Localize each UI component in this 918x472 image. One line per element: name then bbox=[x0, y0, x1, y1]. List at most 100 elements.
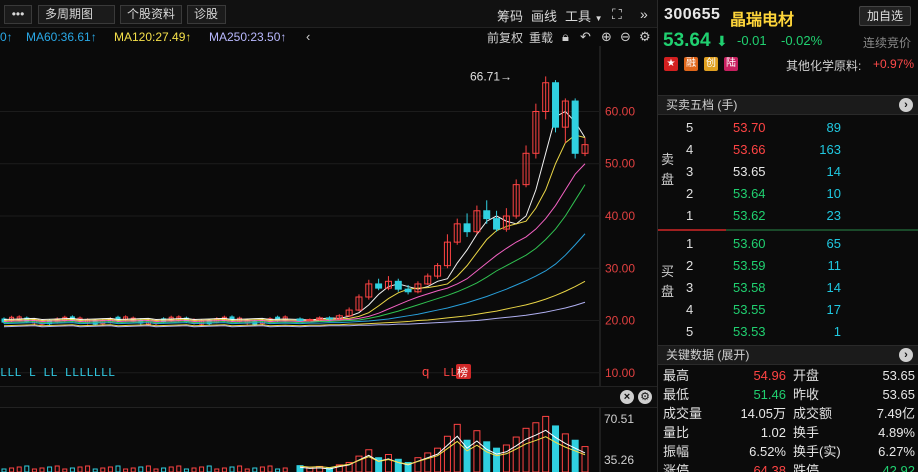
overlay-button[interactable]: 重载 bbox=[529, 29, 553, 46]
buy-order-row[interactable]: 4 53.55 17 bbox=[658, 299, 918, 321]
sell-order-row[interactable]: 5 53.70 89 bbox=[658, 117, 918, 139]
y-tick-label: 60.00 bbox=[605, 104, 635, 118]
volume-bar bbox=[259, 466, 265, 472]
fullscreen-icon[interactable]: ⛶ bbox=[612, 6, 622, 23]
level: 5 bbox=[686, 120, 694, 135]
sell-order-row[interactable]: 1 53.62 23 bbox=[658, 205, 918, 227]
zoom-in-icon[interactable]: ⊕ bbox=[601, 29, 612, 45]
volume-bar bbox=[267, 465, 273, 472]
key-value: 7.49亿 bbox=[876, 406, 915, 421]
price: 53.59 bbox=[733, 258, 766, 273]
volume-bar bbox=[493, 447, 501, 472]
double-chevron-right-icon[interactable]: » bbox=[640, 6, 648, 22]
level: 2 bbox=[686, 186, 694, 201]
volume-bar bbox=[522, 427, 530, 472]
level: 1 bbox=[686, 208, 694, 223]
sell-order-row[interactable]: 2 53.64 10 bbox=[658, 183, 918, 205]
tools-label: 工具 bbox=[565, 9, 592, 24]
margin-badge[interactable]: 融 bbox=[684, 57, 698, 71]
key-value: 64.38 bbox=[753, 463, 786, 472]
volume-bar bbox=[561, 433, 569, 472]
add-watchlist-button[interactable]: 加自选 bbox=[859, 6, 911, 26]
key-value: 42.92 bbox=[882, 463, 915, 472]
candle-body bbox=[493, 218, 501, 230]
volume-bar bbox=[24, 465, 30, 472]
volume-bar bbox=[237, 465, 243, 472]
volume-bar bbox=[199, 466, 205, 472]
period-dropdown[interactable]: 多周期图 ▼ bbox=[38, 5, 115, 37]
price: 53.70 bbox=[733, 120, 766, 135]
price: 53.66 bbox=[733, 142, 766, 157]
key-label: 量比 bbox=[663, 425, 690, 440]
undo-icon[interactable]: ↶ bbox=[580, 29, 591, 45]
last-price: 53.64 bbox=[663, 30, 711, 51]
key-value: 1.02 bbox=[760, 425, 786, 440]
sell-order-row[interactable]: 3 53.65 14 bbox=[658, 161, 918, 183]
key-data-row: 最高 54.96 开盘 53.65 bbox=[658, 366, 918, 385]
level: 3 bbox=[686, 164, 694, 179]
volume-bar bbox=[191, 467, 197, 472]
key-label: 最低 bbox=[663, 387, 690, 402]
buy-order-row[interactable]: 3 53.58 14 bbox=[658, 277, 918, 299]
zoom-out-icon[interactable]: ⊖ bbox=[620, 29, 631, 45]
candlestick-chart[interactable]: 60.00 50.00 40.00 30.00 20.00 10.00 66.71→ LLL … bbox=[0, 46, 657, 386]
gear-icon[interactable]: ⚙ bbox=[639, 29, 651, 45]
volume-chart[interactable]: 70.51 35.26 bbox=[0, 408, 657, 472]
volume-bar bbox=[100, 467, 106, 472]
key-data-row: 涨停 64.38 跌停 42.92 bbox=[658, 461, 918, 472]
y-tick-label: 40.00 bbox=[605, 209, 635, 223]
sell-order-row[interactable]: 4 53.66 163 bbox=[658, 139, 918, 161]
diagnose-button[interactable]: 诊股 bbox=[187, 5, 226, 24]
volume-bar bbox=[54, 465, 60, 472]
collapse-icon[interactable]: › bbox=[899, 348, 913, 362]
buy-order-row[interactable]: 1 53.60 65 bbox=[658, 233, 918, 255]
high-price-label: 66.71→ bbox=[470, 69, 512, 83]
price: 53.60 bbox=[733, 236, 766, 251]
volume-header: × ⚙ bbox=[0, 386, 657, 408]
chinext-badge[interactable]: 创 bbox=[704, 57, 718, 71]
chart-toolbar: ••• 多周期图 ▼ 个股资料 诊股 筹码 画线 工具 ▼ ⛶ » bbox=[0, 0, 657, 37]
buy-order-row[interactable]: 2 53.59 11 bbox=[658, 255, 918, 277]
volume-bar bbox=[9, 467, 15, 472]
hk-connect-badge[interactable]: 陆 bbox=[724, 57, 738, 71]
lock-icon[interactable]: 🔒︎ bbox=[562, 29, 569, 45]
volume-bar bbox=[282, 467, 288, 472]
volume: 23 bbox=[826, 208, 841, 223]
ma-line-ma20 bbox=[3, 163, 586, 323]
chips-button[interactable]: 筹码 bbox=[497, 6, 523, 25]
industry-label[interactable]: 其他化学原料: bbox=[786, 57, 861, 74]
candle-body bbox=[325, 317, 333, 320]
collapse-icon[interactable]: › bbox=[899, 98, 913, 112]
orderbook-title: 买卖五档 (手) bbox=[666, 98, 738, 112]
volume-bar bbox=[581, 446, 589, 472]
volume-bar bbox=[355, 455, 363, 472]
candle-body bbox=[571, 100, 579, 154]
volume-bar bbox=[168, 466, 174, 472]
key-value: 53.65 bbox=[882, 387, 915, 402]
orderbook-header: 买卖五档 (手) › bbox=[658, 95, 918, 115]
tools-dropdown[interactable]: 工具 ▼ bbox=[565, 6, 603, 25]
candle-body bbox=[394, 280, 402, 290]
candle-body bbox=[404, 288, 412, 293]
buy-order-row[interactable]: 5 53.53 1 bbox=[658, 321, 918, 343]
candle-body bbox=[375, 283, 383, 289]
profile-button[interactable]: 个股资料 bbox=[120, 5, 182, 24]
draw-line-button[interactable]: 画线 bbox=[531, 6, 557, 25]
adjust-button[interactable]: 前复权 bbox=[487, 29, 523, 46]
settings-icon[interactable]: ⚙ bbox=[638, 390, 652, 404]
volume-bar bbox=[512, 436, 520, 472]
volume-bar bbox=[473, 430, 481, 472]
volume-bar bbox=[542, 415, 550, 472]
volume-bar bbox=[384, 454, 392, 472]
key-label: 最高 bbox=[663, 368, 690, 383]
volume-bar bbox=[107, 466, 113, 472]
close-icon[interactable]: × bbox=[620, 390, 634, 404]
volume-bar bbox=[424, 452, 432, 472]
rank-badge: 榜 bbox=[457, 365, 468, 379]
volume-bar bbox=[365, 449, 373, 472]
volume-bar bbox=[176, 465, 182, 472]
volume-tick-label: 70.51 bbox=[604, 412, 634, 426]
key-label: 振幅 bbox=[663, 444, 690, 459]
keydata-title[interactable]: 关键数据 (展开) bbox=[666, 348, 749, 362]
more-button[interactable]: ••• bbox=[4, 5, 32, 24]
